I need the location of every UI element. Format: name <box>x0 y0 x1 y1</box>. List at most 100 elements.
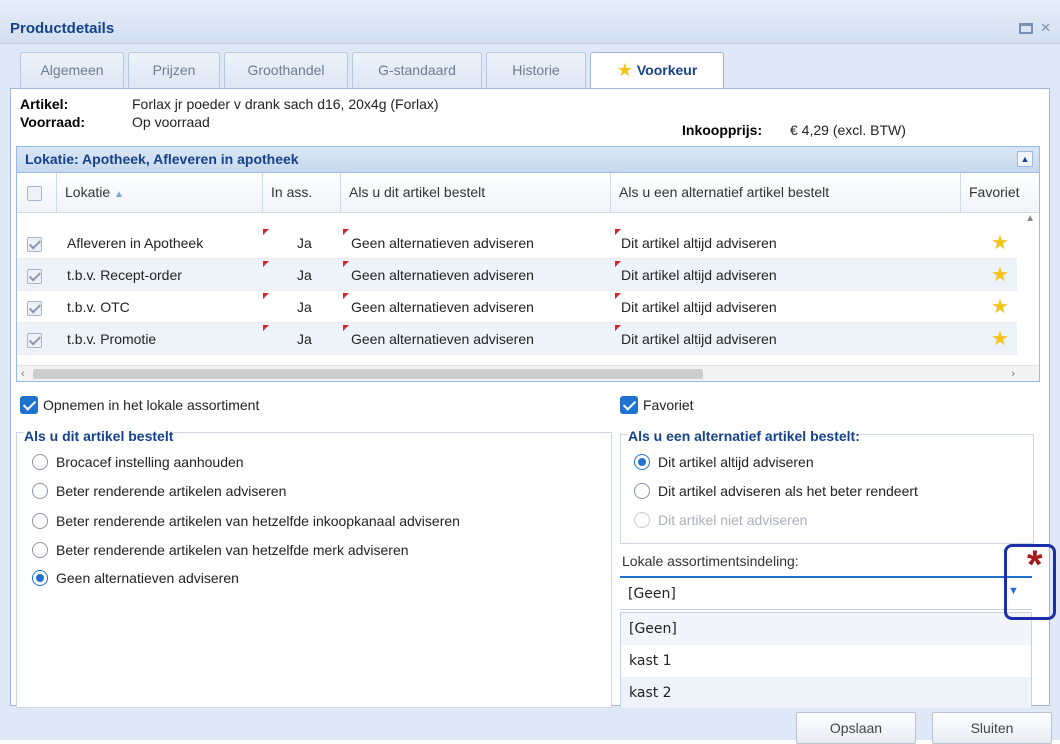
radio-niet-adviseren: Dit artikel niet adviseren <box>634 512 807 528</box>
productdetails-window: Productdetails ✕ Algemeen Prijzen Grooth… <box>0 0 1060 744</box>
radio-icon <box>634 483 650 499</box>
tab-voorkeur[interactable]: ★ Voorkeur <box>590 52 724 89</box>
tab-label: Prijzen <box>152 62 196 78</box>
cell-lokatie: t.b.v. Recept-order <box>67 267 182 283</box>
artikel-label: Artikel: <box>20 96 69 112</box>
voorraad-label: Voorraad: <box>20 114 86 130</box>
radio-beter-renderend[interactable]: Beter renderende artikelen adviseren <box>32 483 286 499</box>
tab-historie[interactable]: Historie <box>486 52 586 88</box>
save-button[interactable]: Opslaan <box>796 712 916 744</box>
col-bestelt[interactable]: Als u dit artikel bestelt <box>341 173 611 213</box>
annotation-asterisk: * <box>1027 543 1043 587</box>
scrollbar-thumb[interactable] <box>33 369 703 379</box>
radio-geen-alternatieven[interactable]: Geen alternatieven adviseren <box>32 570 239 586</box>
row-checkbox[interactable] <box>27 323 42 355</box>
col-label: Lokatie <box>65 184 111 200</box>
grid-title: Lokatie: Apotheek, Afleveren in apotheek <box>25 151 299 167</box>
cell-bestelt: Geen alternatieven adviseren <box>351 299 534 315</box>
checkbox-label: Favoriet <box>643 397 694 413</box>
radio-label: Geen alternatieven adviseren <box>56 570 239 586</box>
cell-lokatie: t.b.v. OTC <box>67 299 130 315</box>
cell-lokatie: Afleveren in Apotheek <box>67 235 204 251</box>
cell-alternatief: Dit artikel altijd adviseren <box>621 267 777 283</box>
radio-altijd-adviseren[interactable]: Dit artikel altijd adviseren <box>634 454 814 470</box>
opnemen-checkbox[interactable]: Opnemen in het lokale assortiment <box>20 396 259 414</box>
dirty-marker-icon <box>263 261 269 267</box>
checkbox-icon <box>27 332 42 348</box>
dirty-marker-icon <box>263 293 269 299</box>
col-favoriet[interactable]: Favoriet <box>961 173 1041 213</box>
radio-label: Brocacef instelling aanhouden <box>56 454 244 470</box>
radio-icon <box>32 454 48 470</box>
tab-label: Algemeen <box>40 62 104 78</box>
horizontal-scrollbar[interactable]: ‹ › <box>17 365 1039 381</box>
radio-selected-icon <box>32 570 48 586</box>
row-checkbox[interactable] <box>27 291 42 323</box>
checkbox-checked-icon <box>20 396 38 414</box>
radio-icon <box>32 483 48 499</box>
grid-column-headers: Lokatie ▲ In ass. Als u dit artikel best… <box>17 173 1039 213</box>
radio-label: Beter renderende artikelen van hetzelfde… <box>56 542 409 558</box>
radio-adviseren-beter[interactable]: Dit artikel adviseren als het beter rend… <box>634 483 918 499</box>
table-row[interactable]: Afleveren in Apotheek Ja Geen alternatie… <box>17 227 1017 259</box>
cell-in-ass: Ja <box>297 235 312 251</box>
star-icon: ★ <box>616 60 633 80</box>
bestelt-group-title: Als u dit artikel bestelt <box>24 428 174 444</box>
cell-bestelt: Geen alternatieven adviseren <box>351 331 534 347</box>
checkbox-checked-icon <box>620 396 638 414</box>
radio-brocacef[interactable]: Brocacef instelling aanhouden <box>32 454 244 470</box>
radio-icon <box>32 542 48 558</box>
scroll-left-icon[interactable]: ‹ <box>21 366 25 382</box>
radio-label: Beter renderende artikelen van hetzelfde… <box>56 513 460 529</box>
inkoopprijs-label: Inkoopprijs: <box>682 122 763 138</box>
tab-algemeen[interactable]: Algemeen <box>20 52 124 88</box>
table-row[interactable]: t.b.v. Recept-order Ja Geen alternatieve… <box>17 259 1017 291</box>
cell-in-ass: Ja <box>297 299 312 315</box>
alternatief-group-title: Als u een alternatief artikel bestelt: <box>628 428 860 444</box>
row-checkbox[interactable] <box>27 227 42 259</box>
tab-groothandel[interactable]: Groothandel <box>224 52 348 88</box>
dirty-marker-icon <box>343 325 349 331</box>
combobox-value: [Geen] <box>628 586 676 602</box>
table-row[interactable]: t.b.v. Promotie Ja Geen alternatieven ad… <box>17 323 1017 355</box>
tab-g-standaard[interactable]: G-standaard <box>352 52 482 88</box>
tab-label: Voorkeur <box>636 62 698 78</box>
grid-header: Lokatie: Apotheek, Afleveren in apotheek… <box>17 147 1039 173</box>
row-checkbox[interactable] <box>27 259 42 291</box>
artikel-value: Forlax jr poeder v drank sach d16, 20x4g… <box>132 96 439 112</box>
favorite-star-icon: ★ <box>991 328 1009 350</box>
col-label: Als u dit artikel bestelt <box>349 184 486 200</box>
close-icon[interactable]: ✕ <box>1040 20 1054 35</box>
favoriet-checkbox[interactable]: Favoriet <box>620 396 694 414</box>
select-all-checkbox[interactable] <box>17 173 57 213</box>
maximize-icon[interactable] <box>1019 23 1034 35</box>
close-button[interactable]: Sluiten <box>932 712 1052 744</box>
dropdown-option[interactable]: kast 1 <box>621 645 1031 677</box>
dropdown-option[interactable]: [Geen] <box>621 613 1031 645</box>
dirty-marker-icon <box>343 229 349 235</box>
tab-prijzen[interactable]: Prijzen <box>128 52 220 88</box>
col-lokatie[interactable]: Lokatie ▲ <box>57 173 263 213</box>
table-row[interactable]: t.b.v. OTC Ja Geen alternatieven adviser… <box>17 291 1017 323</box>
assortiment-combobox[interactable]: [Geen] ▼ <box>620 576 1032 610</box>
sort-asc-icon: ▲ <box>114 189 124 200</box>
radio-beter-inkoopkanaal[interactable]: Beter renderende artikelen van hetzelfde… <box>32 513 460 529</box>
voorraad-value: Op voorraad <box>132 114 210 130</box>
col-label: Favoriet <box>969 184 1020 200</box>
col-in-ass[interactable]: In ass. <box>263 173 341 213</box>
dirty-marker-icon <box>343 293 349 299</box>
scroll-right-icon[interactable]: › <box>1011 366 1015 382</box>
col-alternatief[interactable]: Als u een alternatief artikel bestelt <box>611 173 961 213</box>
annotation-highlight-box: * <box>1004 544 1056 620</box>
radio-label: Dit artikel altijd adviseren <box>658 454 814 470</box>
radio-icon <box>32 513 48 529</box>
dirty-marker-icon <box>263 229 269 235</box>
window-title: Productdetails <box>10 20 115 37</box>
scroll-up-icon[interactable]: ▲ <box>1025 213 1035 224</box>
collapse-icon[interactable]: ▲ <box>1017 151 1033 167</box>
dropdown-option[interactable]: kast 2 <box>621 677 1031 709</box>
radio-label: Dit artikel niet adviseren <box>658 512 808 528</box>
tab-label: Historie <box>512 62 560 78</box>
radio-beter-merk[interactable]: Beter renderende artikelen van hetzelfde… <box>32 542 409 558</box>
cell-alternatief: Dit artikel altijd adviseren <box>621 299 777 315</box>
